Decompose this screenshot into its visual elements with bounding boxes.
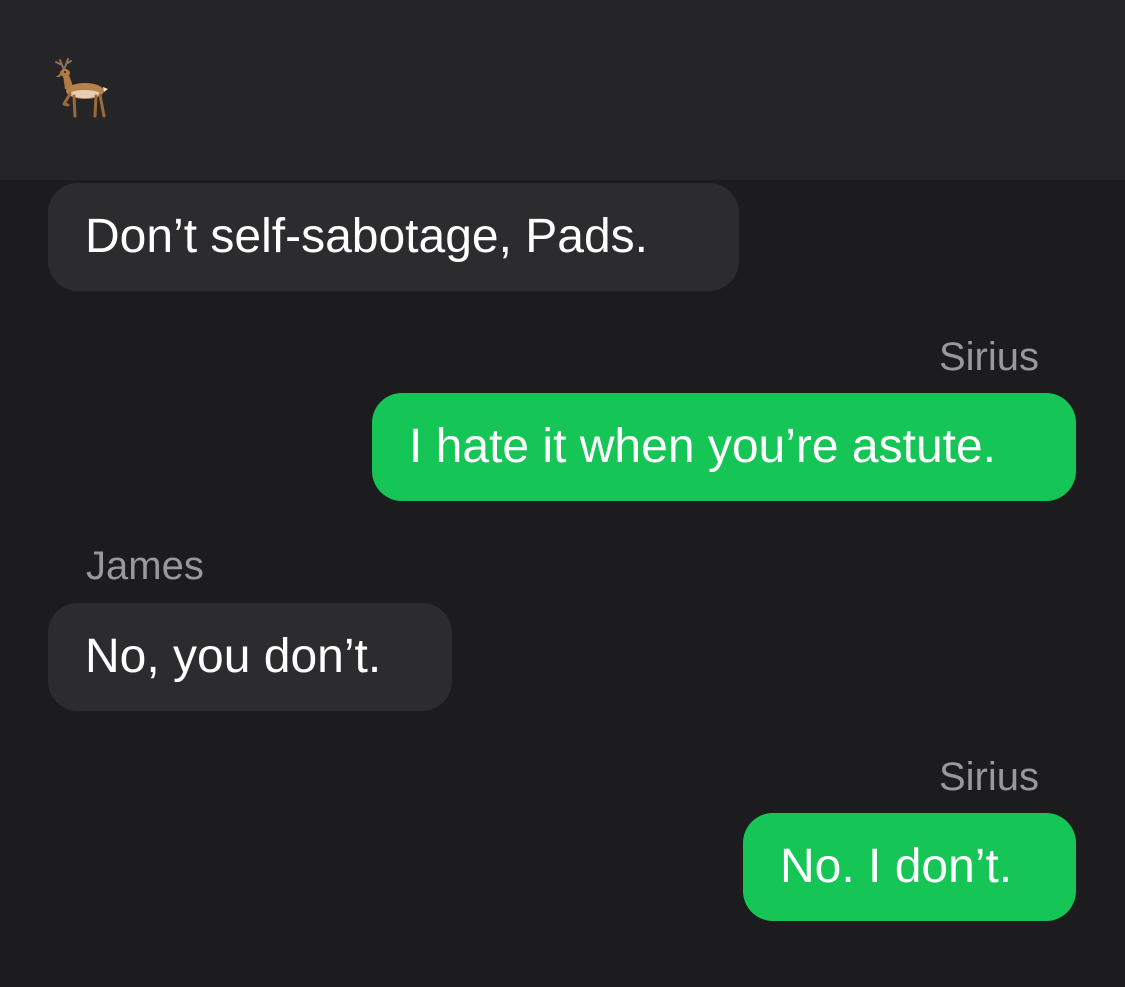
message-bubble-outgoing[interactable]: I hate it when you’re astute. <box>372 393 1076 501</box>
message-text: Don’t self-sabotage, Pads. <box>85 210 648 263</box>
chat-header <box>0 0 1125 180</box>
message-bubble-incoming[interactable]: Don’t self-sabotage, Pads. <box>48 183 739 291</box>
deer-icon[interactable] <box>50 56 116 122</box>
sender-label: Sirius <box>938 335 1039 379</box>
sender-label: Sirius <box>938 755 1039 799</box>
message-bubble-outgoing[interactable]: No. I don’t. <box>743 813 1076 921</box>
message-text: No, you don’t. <box>85 630 382 683</box>
message-text: I hate it when you’re astute. <box>409 420 997 473</box>
message-text: No. I don’t. <box>780 840 1013 893</box>
sender-label: James <box>86 544 204 588</box>
message-bubble-incoming[interactable]: No, you don’t. <box>48 603 452 711</box>
chat-screen: Don’t self-sabotage, Pads. Sirius I hate… <box>0 0 1125 987</box>
